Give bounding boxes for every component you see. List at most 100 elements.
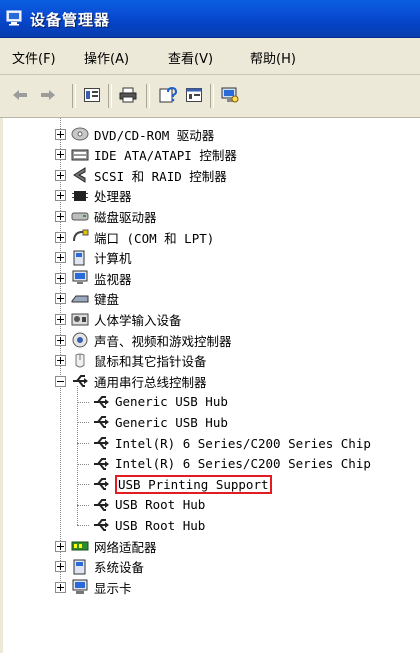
tree-item[interactable]: 处理器 bbox=[55, 186, 132, 206]
tree-item[interactable]: 系统设备 bbox=[55, 557, 144, 577]
tree-item-label: 系统设备 bbox=[94, 560, 145, 576]
tree-child-label: USB Root Hub bbox=[115, 517, 206, 533]
tree-item[interactable]: 显示卡 bbox=[55, 577, 132, 597]
expand-toggle[interactable] bbox=[55, 128, 66, 140]
tree-item-label: 显示卡 bbox=[94, 580, 132, 596]
expand-toggle[interactable] bbox=[55, 355, 66, 367]
network-adapter-icon bbox=[70, 537, 90, 555]
tree-item[interactable]: 磁盘驱动器 bbox=[55, 206, 157, 226]
sound-icon bbox=[70, 331, 90, 349]
tree-connector bbox=[77, 484, 89, 486]
print-icon[interactable] bbox=[118, 85, 138, 105]
title-bar[interactable]: 设备管理器 bbox=[0, 0, 420, 38]
disk-drive-icon bbox=[70, 207, 90, 225]
display-adapter-icon bbox=[70, 578, 90, 596]
tree-child-item[interactable]: Generic USB Hub bbox=[91, 392, 228, 412]
tree-child-item[interactable]: USB Root Hub bbox=[91, 515, 205, 535]
menu-bar: 文件(F) 操作(A) 查看(V) 帮助(H) bbox=[0, 38, 420, 75]
menu-file[interactable]: 文件(F) bbox=[12, 48, 56, 67]
computer-icon bbox=[70, 249, 90, 267]
port-icon bbox=[70, 228, 90, 246]
expand-toggle[interactable] bbox=[55, 252, 66, 264]
tree-item-label: 端口 (COM 和 LPT) bbox=[94, 230, 215, 246]
tree-item[interactable]: 计算机 bbox=[55, 248, 132, 268]
tree-item-label: IDE ATA/ATAPI 控制器 bbox=[94, 148, 237, 164]
tree-item-label: 计算机 bbox=[94, 251, 132, 267]
tree-child-label: USB Root Hub bbox=[115, 497, 206, 513]
keyboard-icon bbox=[70, 290, 90, 308]
details-pane-icon[interactable] bbox=[184, 85, 204, 105]
tree-child-item[interactable]: USB Root Hub bbox=[91, 495, 205, 515]
tree-item-label: 鼠标和其它指针设备 bbox=[94, 354, 207, 370]
menu-view[interactable]: 查看(V) bbox=[168, 48, 213, 67]
usb-icon bbox=[91, 434, 111, 452]
monitor-icon bbox=[70, 269, 90, 287]
usb-icon bbox=[91, 496, 111, 514]
help-icon[interactable] bbox=[158, 85, 178, 105]
menu-action[interactable]: 操作(A) bbox=[84, 48, 129, 67]
collapse-toggle[interactable] bbox=[55, 375, 66, 387]
usb-icon bbox=[70, 372, 90, 390]
tree-connector bbox=[77, 463, 89, 465]
tree-item-label: 人体学输入设备 bbox=[94, 312, 182, 328]
device-manager-icon bbox=[6, 10, 24, 26]
tree-child-label: Generic USB Hub bbox=[115, 394, 228, 410]
tree-item[interactable]: 端口 (COM 和 LPT) bbox=[55, 227, 214, 247]
toolbar-separator bbox=[72, 84, 76, 108]
expand-toggle[interactable] bbox=[55, 540, 66, 552]
expand-toggle[interactable] bbox=[55, 169, 66, 181]
tree-item[interactable]: SCSI 和 RAID 控制器 bbox=[55, 165, 227, 185]
ide-controller-icon bbox=[70, 146, 90, 164]
expand-toggle[interactable] bbox=[55, 313, 66, 325]
tree-item[interactable]: 人体学输入设备 bbox=[55, 309, 182, 329]
tree-item-label: 键盘 bbox=[94, 292, 120, 308]
usb-icon bbox=[91, 516, 111, 534]
properties-pane-icon[interactable] bbox=[82, 85, 102, 105]
tree-item[interactable]: 监视器 bbox=[55, 268, 132, 288]
expand-toggle[interactable] bbox=[55, 210, 66, 222]
tree-item[interactable]: IDE ATA/ATAPI 控制器 bbox=[55, 145, 237, 165]
tree-child-label: Generic USB Hub bbox=[115, 414, 228, 430]
tree-item-label: 通用串行总线控制器 bbox=[94, 374, 207, 390]
tree-item-label: 处理器 bbox=[94, 189, 132, 205]
tree-connector bbox=[77, 525, 89, 527]
tree-connector bbox=[77, 443, 89, 444]
menu-help[interactable]: 帮助(H) bbox=[250, 48, 296, 67]
tree-item-label: 网络适配器 bbox=[94, 539, 157, 555]
usb-icon bbox=[91, 393, 111, 411]
scsi-controller-icon bbox=[70, 166, 90, 184]
expand-toggle[interactable] bbox=[55, 293, 66, 305]
hid-icon bbox=[70, 310, 90, 328]
system-device-icon bbox=[70, 558, 90, 576]
tree-item[interactable]: 鼠标和其它指针设备 bbox=[55, 351, 207, 371]
tree-item[interactable]: 键盘 bbox=[55, 289, 119, 309]
tree-item[interactable]: 通用串行总线控制器 bbox=[55, 371, 207, 391]
tree-connector bbox=[77, 422, 89, 424]
tree-child-label: Intel(R) 6 Series/C200 Series Chip bbox=[115, 456, 371, 472]
scan-hardware-icon[interactable] bbox=[220, 85, 240, 105]
processor-icon bbox=[70, 187, 90, 205]
tree-child-item[interactable]: Generic USB Hub bbox=[91, 412, 228, 432]
expand-toggle[interactable] bbox=[55, 334, 66, 346]
toolbar-separator bbox=[146, 84, 150, 108]
expand-toggle[interactable] bbox=[55, 231, 66, 243]
back-arrow-icon[interactable] bbox=[10, 85, 30, 105]
forward-arrow-icon[interactable] bbox=[38, 85, 58, 105]
tree-item-label: 声音、视频和游戏控制器 bbox=[94, 333, 232, 349]
expand-toggle[interactable] bbox=[55, 581, 66, 593]
toolbar bbox=[0, 75, 420, 118]
expand-toggle[interactable] bbox=[55, 272, 66, 284]
tree-item[interactable]: 声音、视频和游戏控制器 bbox=[55, 330, 232, 350]
usb-icon bbox=[91, 413, 111, 431]
expand-toggle[interactable] bbox=[55, 561, 66, 573]
expand-toggle[interactable] bbox=[55, 190, 66, 202]
tree-child-item[interactable]: USB Printing Support bbox=[91, 474, 272, 494]
expand-toggle[interactable] bbox=[55, 149, 66, 161]
tree-child-item[interactable]: Intel(R) 6 Series/C200 Series Chip bbox=[91, 454, 371, 474]
tree-item[interactable]: 网络适配器 bbox=[55, 536, 157, 556]
tree-child-item[interactable]: Intel(R) 6 Series/C200 Series Chip bbox=[91, 433, 371, 453]
tree-item[interactable]: DVD/CD-ROM 驱动器 bbox=[55, 124, 214, 144]
device-tree[interactable]: DVD/CD-ROM 驱动器 IDE ATA/ATAPI 控制器 SCSI 和 RA… bbox=[0, 118, 420, 653]
tree-child-label: Intel(R) 6 Series/C200 Series Chip bbox=[115, 435, 371, 451]
highlighted-item-label: USB Printing Support bbox=[115, 474, 272, 494]
